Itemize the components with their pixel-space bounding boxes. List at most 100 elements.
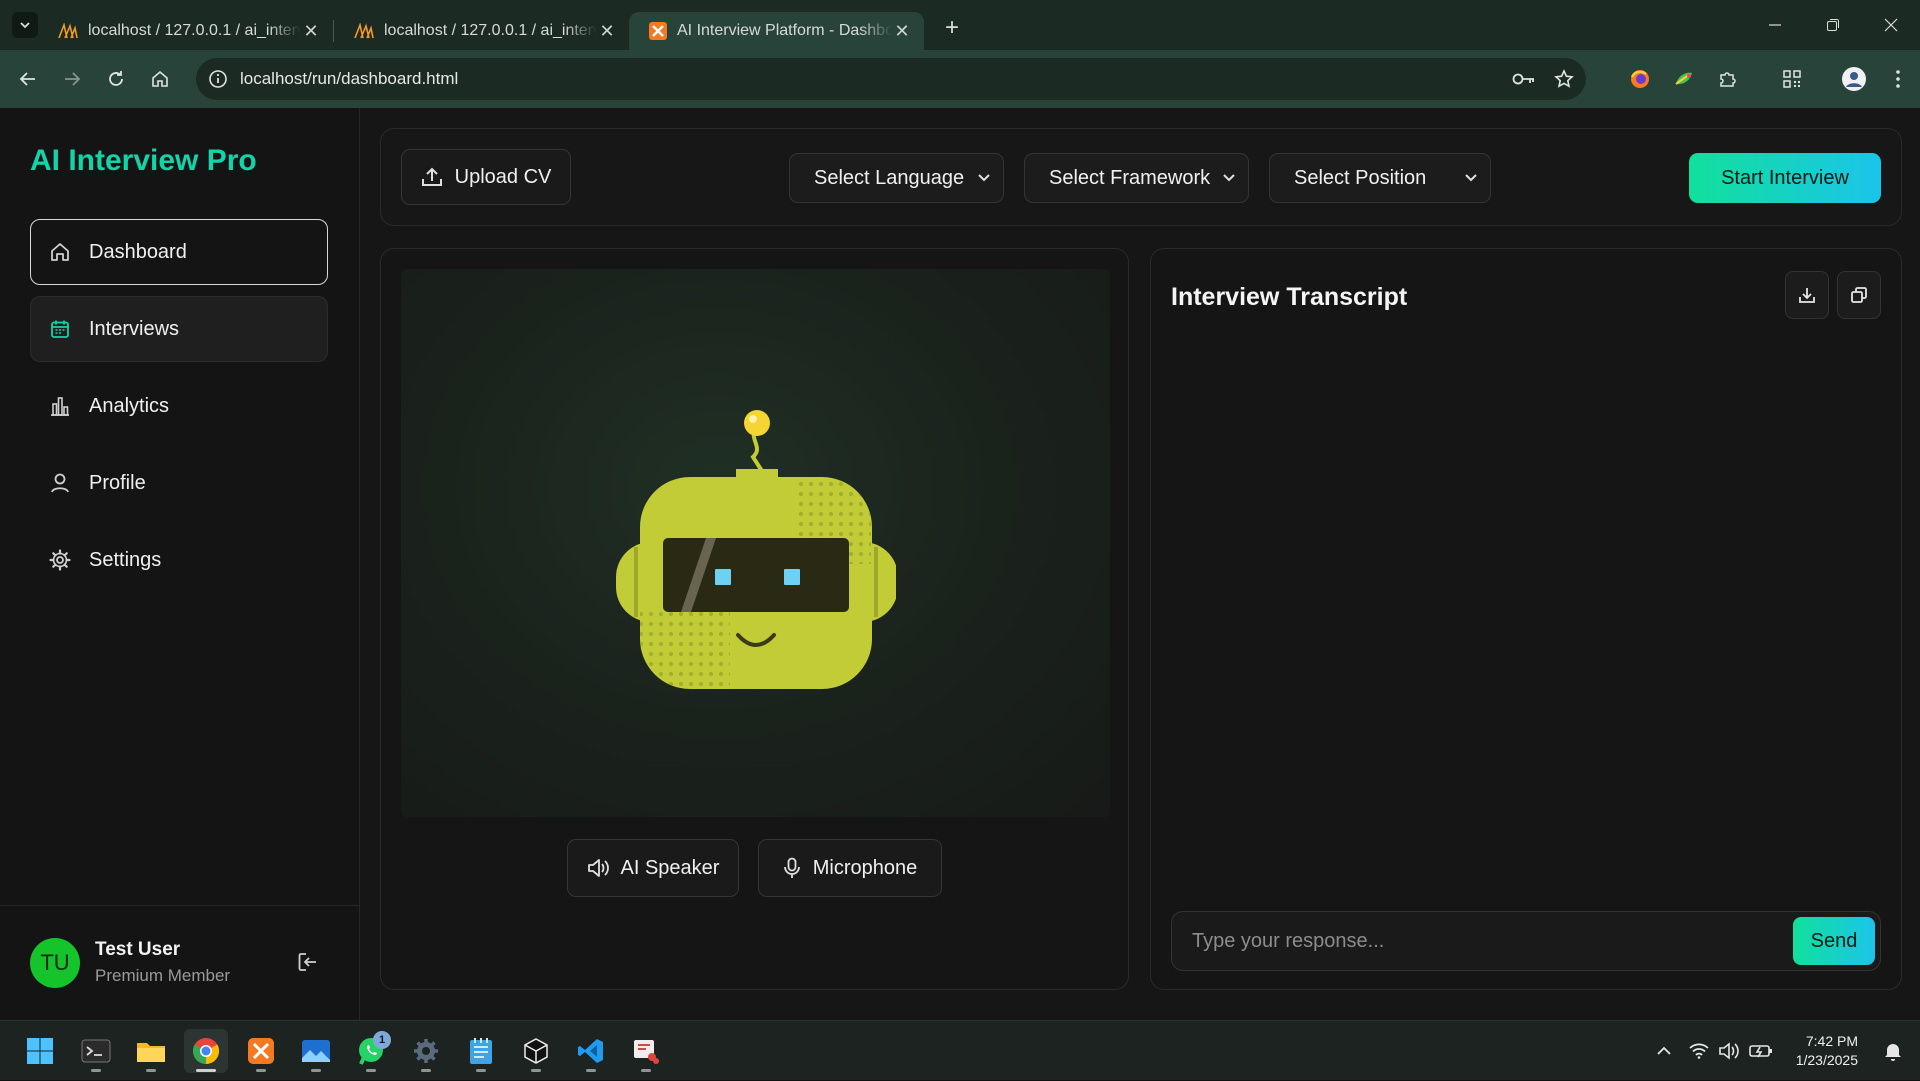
sidebar-item-label: Profile xyxy=(89,471,146,494)
notification-badge: 1 xyxy=(373,1031,391,1049)
close-icon xyxy=(1884,18,1898,32)
reload-button[interactable] xyxy=(96,59,136,99)
taskbar-whatsapp[interactable]: 1 xyxy=(349,1029,393,1073)
copy-transcript-button[interactable] xyxy=(1837,271,1881,319)
close-icon[interactable]: ✕ xyxy=(301,21,321,41)
send-button[interactable]: Send xyxy=(1793,917,1875,965)
sidebar-nav: Dashboard Interviews Analytics Profile S… xyxy=(30,219,328,604)
user-name: Test User xyxy=(95,939,181,960)
running-indicator xyxy=(421,1069,431,1072)
info-icon[interactable] xyxy=(208,69,228,89)
key-icon[interactable] xyxy=(1512,72,1536,86)
firefox-extension-icon[interactable] xyxy=(1618,57,1662,101)
gear-icon xyxy=(49,549,71,571)
terminal-icon xyxy=(81,1039,111,1063)
browser-tab-3-active[interactable]: AI Interview Platform - Dashboard ✕ xyxy=(629,12,924,50)
bell-icon xyxy=(1885,1044,1901,1061)
ai-speaker-label: AI Speaker xyxy=(620,856,720,879)
upload-cv-button[interactable]: Upload CV xyxy=(401,149,571,205)
qr-code-button[interactable] xyxy=(1770,57,1814,101)
calendar-icon xyxy=(49,318,71,340)
taskbar-file-explorer[interactable] xyxy=(129,1029,173,1073)
tab-search-button[interactable] xyxy=(12,12,38,38)
star-icon[interactable] xyxy=(1554,69,1574,89)
new-tab-button[interactable]: + xyxy=(936,12,968,44)
extensions-button[interactable] xyxy=(1706,57,1750,101)
taskbar-terminal[interactable] xyxy=(74,1029,118,1073)
tab-title: localhost / 127.0.0.1 / ai_interview xyxy=(384,22,597,39)
ai-speaker-button[interactable]: AI Speaker xyxy=(567,839,739,897)
address-bar[interactable]: localhost/run/dashboard.html xyxy=(196,58,1586,100)
clock-date: 1/23/2025 xyxy=(1795,1052,1858,1068)
minimize-button[interactable] xyxy=(1746,0,1804,50)
start-button[interactable] xyxy=(18,1029,62,1073)
browser-tab-1[interactable]: localhost / 127.0.0.1 / ai_interview ✕ xyxy=(38,12,333,50)
sidebar-item-settings[interactable]: Settings xyxy=(30,527,328,593)
sidebar-item-label: Analytics xyxy=(89,394,170,417)
browser-tab-2[interactable]: localhost / 127.0.0.1 / ai_interview ✕ xyxy=(334,12,629,50)
taskbar-photos[interactable] xyxy=(294,1029,338,1073)
running-indicator xyxy=(256,1069,266,1072)
sidebar-item-label: Settings xyxy=(89,548,162,571)
snipping-tool-icon xyxy=(634,1040,659,1064)
start-interview-button[interactable]: Start Interview xyxy=(1689,153,1881,203)
taskbar-xampp[interactable] xyxy=(239,1029,283,1073)
framework-select-value: Select Framework xyxy=(1049,166,1211,189)
running-indicator xyxy=(531,1069,541,1072)
volume-status[interactable] xyxy=(1714,1042,1744,1060)
restore-button[interactable] xyxy=(1804,0,1862,50)
taskbar-vscode[interactable] xyxy=(569,1029,613,1073)
interview-toolbar: Upload CV Select Language Select Framewo… xyxy=(380,128,1902,226)
framework-select[interactable]: Select Framework xyxy=(1024,153,1249,203)
brand-title[interactable]: AI Interview Pro xyxy=(30,144,257,178)
profile-button[interactable] xyxy=(1832,57,1876,101)
close-icon[interactable]: ✕ xyxy=(597,21,617,41)
forward-button[interactable] xyxy=(52,59,92,99)
response-input[interactable] xyxy=(1172,912,1772,970)
microphone-button[interactable]: Microphone xyxy=(758,839,942,897)
sidebar-item-dashboard[interactable]: Dashboard xyxy=(30,219,328,285)
home-button[interactable] xyxy=(140,59,180,99)
sidebar-item-profile[interactable]: Profile xyxy=(30,450,328,516)
user-icon xyxy=(49,472,71,494)
close-icon[interactable]: ✕ xyxy=(892,21,912,41)
arrow-left-icon xyxy=(19,72,35,86)
transcript-title: Interview Transcript xyxy=(1171,283,1408,311)
logout-button[interactable] xyxy=(296,950,320,974)
back-button[interactable] xyxy=(8,59,48,99)
taskbar-cursor-app[interactable] xyxy=(514,1029,558,1073)
show-hidden-icons-button[interactable] xyxy=(1644,1043,1684,1059)
chevron-down-icon xyxy=(977,168,991,188)
transcript-messages[interactable] xyxy=(1171,339,1883,879)
folder-icon xyxy=(137,1043,165,1062)
wifi-icon xyxy=(1689,1043,1709,1059)
omnibox-actions xyxy=(1512,58,1574,100)
sidebar-item-interviews[interactable]: Interviews xyxy=(30,296,328,362)
xampp-icon xyxy=(649,22,667,40)
running-indicator xyxy=(311,1069,321,1072)
avatar[interactable]: TU xyxy=(30,938,80,988)
position-select[interactable]: Select Position xyxy=(1269,153,1491,203)
sidebar-item-analytics[interactable]: Analytics xyxy=(30,373,328,439)
browser-menu-button[interactable] xyxy=(1876,57,1920,101)
taskbar-snipping-tool[interactable] xyxy=(624,1029,668,1073)
windows-logo-icon xyxy=(27,1038,53,1064)
language-select[interactable]: Select Language xyxy=(789,153,1004,203)
wifi-status[interactable] xyxy=(1684,1043,1714,1059)
speaker-icon xyxy=(587,858,609,878)
download-transcript-button[interactable] xyxy=(1785,271,1829,319)
ai-avatar-stage xyxy=(401,269,1110,817)
profile-avatar-icon xyxy=(1842,67,1866,91)
clock[interactable]: 7:42 PM 1/23/2025 xyxy=(1796,1032,1858,1070)
battery-status[interactable] xyxy=(1744,1043,1778,1059)
notifications-button[interactable] xyxy=(1878,1041,1908,1061)
running-indicator xyxy=(586,1069,596,1072)
colorful-extension-icon[interactable] xyxy=(1662,57,1706,101)
robot-avatar-icon xyxy=(616,410,896,689)
close-window-button[interactable] xyxy=(1862,0,1920,50)
microphone-label: Microphone xyxy=(812,856,918,879)
taskbar-notepad[interactable] xyxy=(459,1029,503,1073)
firefox-icon xyxy=(1630,70,1649,88)
taskbar-settings[interactable] xyxy=(404,1029,448,1073)
taskbar-chrome[interactable] xyxy=(184,1029,228,1073)
